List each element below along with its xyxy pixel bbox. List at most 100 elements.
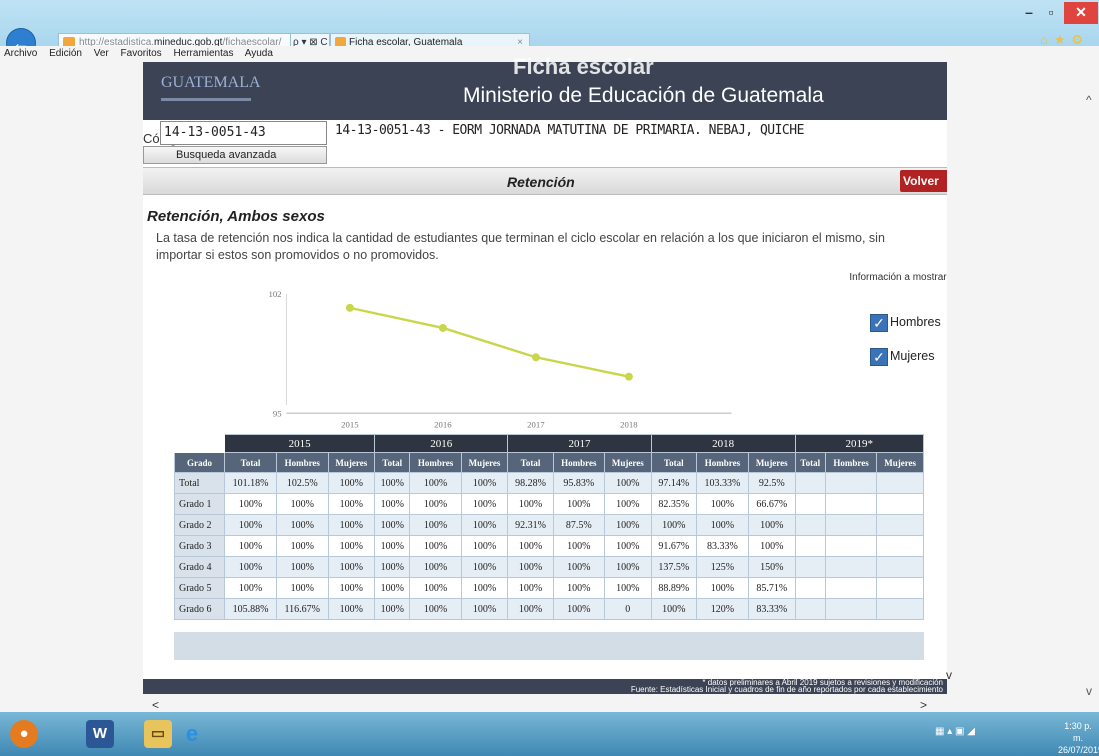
sub-column-header: Total: [224, 452, 277, 473]
table-cell: 100%: [507, 556, 554, 578]
table-cell: 100%: [460, 535, 509, 557]
sub-column-header: Hombres: [824, 452, 878, 473]
table-row: Grado 4 100% 100% 100% 100% 100% 100% 100% 100% 1…: [174, 556, 924, 578]
table-cell: 98.28%: [507, 472, 554, 494]
menu-edicion[interactable]: Edición: [49, 48, 82, 59]
menu-favoritos[interactable]: Favoritos: [121, 48, 162, 59]
maximize-button[interactable]: ▫: [1040, 2, 1062, 24]
sub-column-header: Hombres: [409, 452, 462, 473]
scroll-up-arrow-icon[interactable]: ^: [1086, 93, 1092, 107]
checkbox-mujeres[interactable]: ✓ Mujeres: [870, 346, 934, 366]
table-cell: [794, 577, 826, 599]
scroll-down-arrow-icon[interactable]: v: [1086, 684, 1092, 698]
close-button[interactable]: ✕: [1064, 2, 1098, 24]
site-header: GUATEMALA Ficha escolar Ministerio de Ed…: [143, 54, 947, 120]
checkbox-hombres[interactable]: ✓ Hombres: [870, 312, 941, 332]
grade-cell: Grado 1: [174, 493, 225, 515]
table-cell: 100%: [327, 598, 376, 620]
table-cell: 91.67%: [650, 535, 697, 557]
table-cell: 100%: [327, 577, 376, 599]
table-cell: 100%: [327, 514, 376, 536]
table-cell: 100%: [603, 514, 652, 536]
table-cell: 100%: [224, 493, 277, 515]
minimize-button[interactable]: –: [1018, 2, 1040, 24]
firefox-icon[interactable]: ●: [10, 720, 38, 748]
checkbox-checked-icon[interactable]: ✓: [870, 313, 888, 332]
scroll-left-arrow-icon[interactable]: <: [152, 698, 159, 712]
table-cell: 100%: [276, 514, 329, 536]
internet-explorer-icon[interactable]: e: [178, 720, 206, 748]
table-cell: 100%: [409, 535, 462, 557]
footer-source: Fuente: Estadísticas Inicial y cuadros d…: [630, 685, 943, 694]
series-line: [349, 306, 630, 378]
menu-ayuda[interactable]: Ayuda: [245, 48, 273, 59]
table-cell: 100%: [747, 535, 796, 557]
table-cell: 103.33%: [695, 472, 749, 494]
table-cell: 100%: [603, 472, 652, 494]
data-point[interactable]: [624, 372, 633, 381]
table-cell: 100%: [374, 556, 411, 578]
checkbox-mujeres-label: Mujeres: [890, 349, 935, 363]
table-cell: [794, 493, 826, 515]
system-tray-icons[interactable]: ▦ ▴ ▣ ◢: [935, 726, 975, 737]
table-cell: 100%: [224, 535, 277, 557]
table-cell: 100%: [276, 535, 329, 557]
table-cell: 100%: [276, 556, 329, 578]
table-cell: 100%: [507, 577, 554, 599]
word-icon[interactable]: W: [86, 720, 114, 748]
table-cell: 100%: [409, 493, 462, 515]
data-point[interactable]: [531, 353, 540, 362]
code-input[interactable]: 14-13-0051-43: [160, 121, 327, 145]
table-cell: 105.88%: [224, 598, 277, 620]
table-cell: 100%: [276, 493, 329, 515]
sub-column-header: Total: [507, 452, 554, 473]
clock[interactable]: 1:30 p. m. 26/07/2019: [1058, 720, 1099, 756]
grade-cell: Grado 4: [174, 556, 225, 578]
table-cell: [824, 514, 878, 536]
sub-column-header: Mujeres: [876, 452, 924, 473]
page-title: Ministerio de Educación de Guatemala: [463, 84, 824, 107]
table-cell: 100%: [374, 598, 411, 620]
table-cell: 100%: [603, 535, 652, 557]
table-cell: [824, 556, 878, 578]
table-cell: 100%: [224, 556, 277, 578]
advanced-search-button[interactable]: Busqueda avanzada: [143, 146, 327, 164]
table-cell: [876, 535, 924, 557]
grade-cell: Grado 6: [174, 598, 225, 620]
retention-line-chart: 102 95 2015 2016 2017 2018: [268, 289, 732, 429]
year-header: 2017: [507, 434, 652, 453]
menu-herramientas[interactable]: Herramientas: [173, 48, 233, 59]
table-cell: 100%: [507, 535, 554, 557]
menu-archivo[interactable]: Archivo: [4, 48, 37, 59]
section-bar: Retención Volver: [143, 167, 947, 195]
grade-column-header: Grado: [174, 452, 225, 473]
menu-ver[interactable]: Ver: [94, 48, 109, 59]
inner-scroll-chevron-icon[interactable]: v: [946, 668, 952, 682]
table-cell: [876, 514, 924, 536]
table-cell: [824, 598, 878, 620]
table-cell: 100%: [507, 598, 554, 620]
clock-date: 26/07/2019: [1058, 745, 1099, 755]
scroll-right-arrow-icon[interactable]: >: [920, 698, 927, 712]
site-logo[interactable]: GUATEMALA: [161, 74, 261, 92]
checkbox-checked-icon[interactable]: ✓: [870, 347, 888, 366]
table-cell: 82.35%: [650, 493, 697, 515]
table-cell: 100%: [374, 535, 411, 557]
table-cell: 100%: [327, 556, 376, 578]
table-cell: [876, 577, 924, 599]
back-link-button[interactable]: Volver: [900, 170, 947, 192]
folder-icon[interactable]: ▭: [144, 720, 172, 748]
table-cell: 100%: [552, 577, 605, 599]
table-cell: 66.67%: [747, 493, 796, 515]
year-header: 2015: [223, 434, 376, 453]
table-cell: 100%: [460, 577, 509, 599]
table-cell: [876, 493, 924, 515]
browser-titlebar: – ▫ ✕ ← http://estadistica.mineduc.gob.g…: [0, 0, 1099, 58]
sub-column-header: Mujeres: [460, 452, 509, 473]
data-point[interactable]: [438, 323, 447, 332]
sub-column-header: Mujeres: [327, 452, 376, 473]
table-cell: 100%: [224, 577, 277, 599]
table-cell: 85.71%: [747, 577, 796, 599]
table-cell: 100%: [552, 556, 605, 578]
data-point[interactable]: [345, 303, 354, 312]
